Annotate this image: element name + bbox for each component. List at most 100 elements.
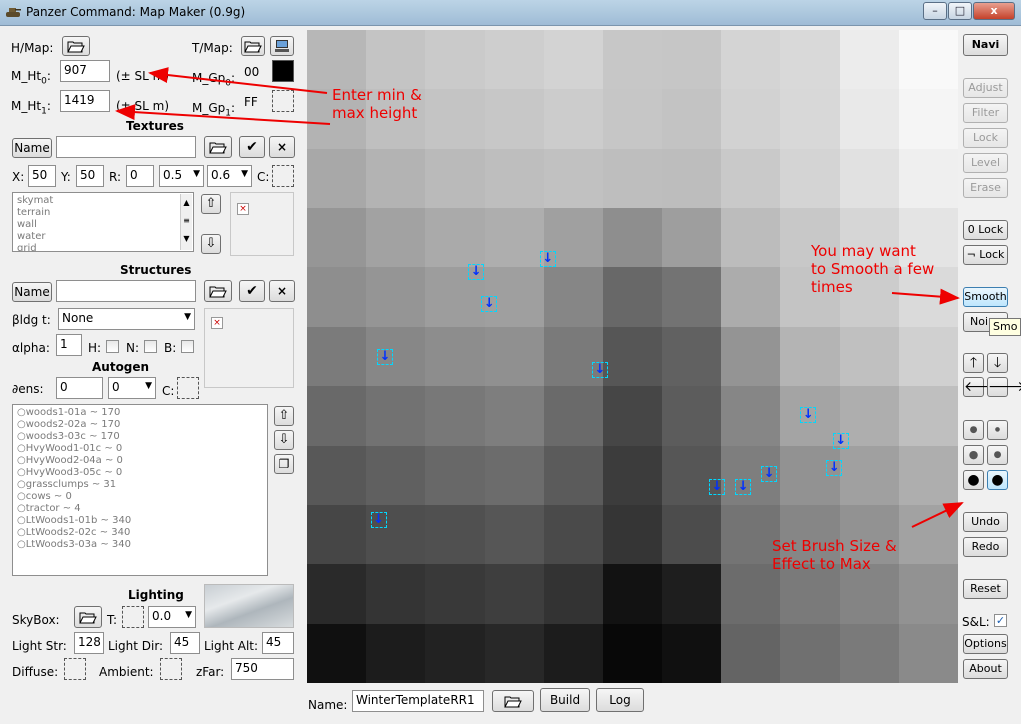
density-select[interactable]: 0 ▼	[108, 377, 156, 399]
object-marker[interactable]: ↓	[832, 433, 849, 450]
bldg-type-select[interactable]: None ▼	[58, 308, 195, 330]
list-item[interactable]: ○woods2-02a ~ 170	[17, 419, 263, 431]
minimize-button[interactable]: –	[923, 2, 947, 20]
scrollbar[interactable]: ▲ ≡ ▼	[180, 194, 192, 250]
object-marker[interactable]: ↓	[761, 466, 778, 483]
list-item[interactable]: ○woods1-01a ~ 170	[17, 407, 263, 419]
diffuse-color-swatch[interactable]	[64, 658, 86, 680]
list-item[interactable]: water	[17, 231, 189, 243]
object-marker[interactable]: ↓	[370, 511, 387, 528]
h-checkbox[interactable]	[106, 340, 119, 353]
list-item[interactable]: skymat	[17, 195, 189, 207]
list-item[interactable]: grid	[17, 243, 189, 251]
tex-scale1-select[interactable]: 0.5 ▼	[159, 165, 204, 187]
level-button[interactable]: Level	[963, 153, 1008, 173]
list-item[interactable]: ○LtWoods1-01b ~ 340	[17, 515, 263, 527]
light-altitude-input[interactable]: 45	[262, 632, 294, 654]
map-open-button[interactable]	[492, 690, 534, 712]
not-lock-button[interactable]: ¬ Lock	[963, 245, 1008, 265]
autogen-copy-button[interactable]: ❐	[274, 454, 294, 474]
object-marker[interactable]: ↓	[709, 479, 726, 496]
hmap-open-button[interactable]	[62, 36, 90, 56]
arrow-down-button[interactable]: 🡓	[987, 353, 1008, 373]
list-item[interactable]: ○HvyWood2-04a ~ 0	[17, 455, 263, 467]
erase-button[interactable]: Erase	[963, 178, 1008, 198]
arrow-right-button[interactable]: 🡒	[987, 377, 1021, 397]
tmap-open-button[interactable]	[241, 36, 265, 56]
texture-accept-button[interactable]: ✔	[239, 136, 265, 158]
undo-button[interactable]: Undo	[963, 512, 1008, 532]
sky-t-select[interactable]: 0.0 ▼	[148, 606, 196, 628]
object-marker[interactable]: ↓	[481, 296, 498, 313]
skybox-open-button[interactable]	[74, 606, 102, 628]
tex-r-input[interactable]: 0	[126, 165, 154, 187]
object-marker[interactable]: ↓	[591, 361, 608, 378]
tex-y-input[interactable]: 50	[76, 165, 104, 187]
n-checkbox[interactable]	[144, 340, 157, 353]
list-item[interactable]: ○LtWoods3-03a ~ 340	[17, 539, 263, 551]
list-item[interactable]: ○cows ~ 0	[17, 491, 263, 503]
object-marker[interactable]: ↓	[468, 263, 485, 280]
adjust-button[interactable]: Adjust	[963, 78, 1008, 98]
autogen-list[interactable]: ○woods1-01a ~ 170 ○woods2-02a ~ 170 ○woo…	[12, 404, 268, 576]
light-direction-input[interactable]: 45	[170, 632, 200, 654]
object-marker[interactable]: ↓	[735, 479, 752, 496]
reset-button[interactable]: Reset	[963, 579, 1008, 599]
brush-medium-dot-button[interactable]: ●	[987, 445, 1008, 465]
mgp1-color-swatch[interactable]	[272, 90, 294, 112]
alpha-input[interactable]: 1	[56, 334, 82, 356]
tex-x-input[interactable]: 50	[28, 165, 56, 187]
build-button[interactable]: Build	[540, 688, 590, 712]
ambient-color-swatch[interactable]	[160, 658, 182, 680]
about-button[interactable]: About	[963, 659, 1008, 679]
autogen-move-down-button[interactable]: ⇩	[274, 430, 294, 450]
b-checkbox[interactable]	[181, 340, 194, 353]
brush-large-dot-button[interactable]: ●	[987, 470, 1008, 490]
texture-move-up-button[interactable]: ⇧	[201, 194, 221, 214]
texture-move-down-button[interactable]: ⇩	[201, 234, 221, 254]
log-button[interactable]: Log	[596, 688, 644, 712]
lock-button[interactable]: Lock	[963, 128, 1008, 148]
maximize-button[interactable]: □	[948, 2, 972, 20]
list-item[interactable]: ○HvyWood3-05c ~ 0	[17, 467, 263, 479]
navi-button[interactable]: Navi	[963, 34, 1008, 56]
texture-name-button[interactable]: Name	[12, 138, 52, 158]
structure-name-button[interactable]: Name	[12, 282, 52, 302]
mgp0-color-swatch[interactable]	[272, 60, 294, 82]
brush-small-dot-button[interactable]: ●	[987, 420, 1008, 440]
zfar-input[interactable]: 750	[231, 658, 294, 680]
smooth-button[interactable]: Smooth	[963, 287, 1008, 307]
brush-small-drop-button[interactable]: ●	[963, 420, 984, 440]
filter-button[interactable]: Filter	[963, 103, 1008, 123]
max-height-input[interactable]: 1419	[60, 90, 110, 112]
structure-name-input[interactable]	[56, 280, 196, 302]
structure-open-button[interactable]	[204, 280, 232, 302]
map-name-input[interactable]: WinterTemplateRR1	[352, 690, 484, 712]
list-item[interactable]: ○grassclumps ~ 31	[17, 479, 263, 491]
density-input[interactable]: 0	[56, 377, 103, 399]
redo-button[interactable]: Redo	[963, 537, 1008, 557]
tex-scale2-select[interactable]: 0.6 ▼	[207, 165, 252, 187]
min-height-input[interactable]: 907	[60, 60, 110, 82]
texture-open-button[interactable]	[204, 136, 232, 158]
structure-accept-button[interactable]: ✔	[239, 280, 265, 302]
sky-t-color-swatch[interactable]	[122, 606, 144, 628]
list-item[interactable]: wall	[17, 219, 189, 231]
object-marker[interactable]: ↓	[377, 348, 394, 365]
list-item[interactable]: ○LtWoods2-02c ~ 340	[17, 527, 263, 539]
arrow-left-button[interactable]: 🡐	[963, 377, 1002, 397]
brush-medium-drop-button[interactable]: ●	[963, 445, 984, 465]
list-item[interactable]: ○HvyWood1-01c ~ 0	[17, 443, 263, 455]
brush-large-drop-button[interactable]: ●	[963, 470, 984, 490]
tex-color-swatch[interactable]	[272, 165, 294, 187]
autogen-color-swatch[interactable]	[177, 377, 199, 399]
close-button[interactable]: x	[973, 2, 1015, 20]
options-button[interactable]: Options	[963, 634, 1008, 654]
sl-checkbox[interactable]: ✓	[994, 614, 1007, 627]
arrow-up-button[interactable]: 🡑	[963, 353, 984, 373]
structure-remove-button[interactable]: ×	[269, 280, 295, 302]
tmap-computer-button[interactable]	[270, 36, 294, 56]
light-strength-input[interactable]: 128	[74, 632, 104, 654]
object-marker[interactable]: ↓	[800, 407, 817, 424]
object-marker[interactable]: ↓	[826, 459, 843, 476]
